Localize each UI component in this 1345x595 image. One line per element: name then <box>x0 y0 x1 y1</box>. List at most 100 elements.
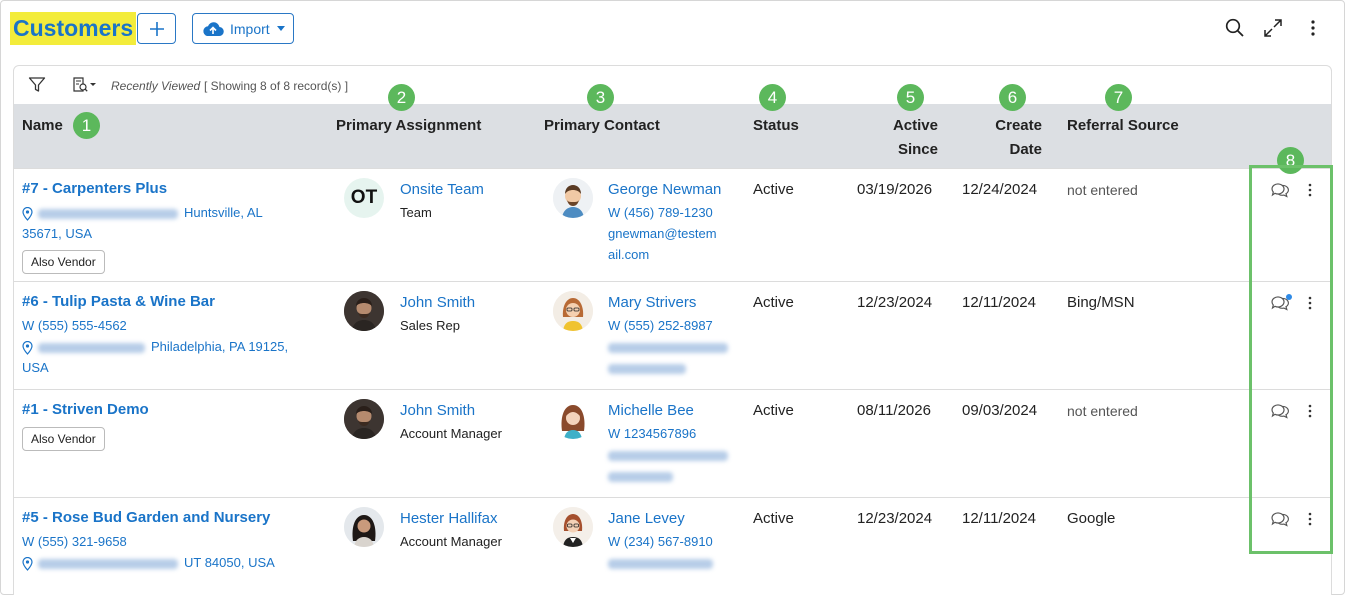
search-icon[interactable] <box>1223 16 1247 40</box>
col-primary-contact[interactable]: Primary Contact <box>544 114 660 138</box>
col-active-since-2[interactable]: Since <box>866 138 938 162</box>
contact-phone[interactable]: W (555) 252-8987 <box>608 316 713 336</box>
customer-name-link[interactable]: #5 - Rose Bud Garden and Nursery <box>22 509 270 526</box>
assignee-role: Account Manager <box>400 426 502 441</box>
cloud-upload-icon <box>203 21 224 36</box>
col-status[interactable]: Status <box>753 114 799 138</box>
active-since-value: 08/11/2026 <box>857 402 931 419</box>
grid-toolbar: Recently Viewed [ Showing 8 of 8 record(… <box>14 66 1331 104</box>
import-button[interactable]: Import <box>192 13 294 44</box>
col-create-date-1[interactable]: Create <box>972 114 1042 138</box>
customer-name-link[interactable]: #6 - Tulip Pasta & Wine Bar <box>22 293 215 310</box>
create-date-value: 12/11/2024 <box>962 294 1036 311</box>
col-create-date-2[interactable]: Date <box>972 138 1042 162</box>
contact-email-cont[interactable] <box>608 466 673 486</box>
map-pin-icon <box>22 556 33 571</box>
create-date-value: 09/03/2024 <box>962 402 1038 419</box>
add-customer-button[interactable] <box>137 13 176 44</box>
table-row[interactable]: #1 - Striven Demo Also Vendor John Smith… <box>14 389 1331 497</box>
avatar: OT <box>344 178 384 218</box>
assignee-role: Account Manager <box>400 534 502 549</box>
avatar <box>344 507 384 547</box>
contact-name-link[interactable]: George Newman <box>608 181 721 198</box>
contact-name-link[interactable]: Mary Strivers <box>608 294 696 311</box>
contact-email-cont[interactable] <box>608 358 686 378</box>
map-pin-icon <box>22 340 33 355</box>
active-since-value: 12/23/2024 <box>857 510 933 527</box>
customer-address-line2[interactable]: 35671, USA <box>22 224 92 244</box>
table-row[interactable]: #7 - Carpenters Plus Huntsville, AL 3567… <box>14 168 1331 281</box>
chevron-down-icon <box>276 26 285 31</box>
callout-badge: 1 <box>73 112 100 139</box>
more-vertical-icon[interactable] <box>1301 16 1325 40</box>
customer-name-link[interactable]: #1 - Striven Demo <box>22 401 149 418</box>
col-active-since-1[interactable]: Active <box>866 114 938 138</box>
referral-value: not entered <box>1067 403 1138 419</box>
page-title: Customers <box>10 12 137 45</box>
plus-icon <box>149 21 164 36</box>
contact-phone[interactable]: W (234) 567-8910 <box>608 532 713 552</box>
status-value: Active <box>753 510 794 527</box>
actions-highlight-box <box>1249 165 1333 554</box>
referral-value: Google <box>1067 510 1116 527</box>
callout-badge: 2 <box>388 84 415 111</box>
contact-email[interactable]: gnewman@testem <box>608 224 717 244</box>
customer-address[interactable]: Huntsville, AL <box>22 203 263 223</box>
active-since-value: 12/23/2024 <box>857 294 933 311</box>
import-label: Import <box>230 20 270 37</box>
contact-name-link[interactable]: Michelle Bee <box>608 402 694 419</box>
filter-icon[interactable] <box>28 74 46 96</box>
expand-icon[interactable] <box>1261 16 1285 40</box>
referral-value: Bing/MSN <box>1067 294 1135 311</box>
map-pin-icon <box>22 206 33 221</box>
col-name[interactable]: Name <box>22 114 63 138</box>
also-vendor-badge: Also Vendor <box>22 427 105 451</box>
assignee-role: Sales Rep <box>400 318 460 333</box>
col-referral-source[interactable]: Referral Source <box>1067 114 1179 138</box>
assignee-link[interactable]: Onsite Team <box>400 181 484 198</box>
contact-phone[interactable]: W 1234567896 <box>608 424 696 444</box>
avatar <box>553 178 593 218</box>
avatar <box>344 291 384 331</box>
assignee-link[interactable]: Hester Hallifax <box>400 510 498 527</box>
record-count: [ Showing 8 of 8 record(s) ] <box>204 79 349 93</box>
saved-view-icon[interactable] <box>72 74 98 96</box>
customer-address[interactable]: Philadelphia, PA 19125, <box>22 337 288 357</box>
callout-badge: 5 <box>897 84 924 111</box>
referral-value: not entered <box>1067 182 1138 198</box>
contact-email-cont[interactable]: ail.com <box>608 245 649 265</box>
recently-viewed-label[interactable]: Recently Viewed <box>111 79 200 93</box>
callout-badge: 7 <box>1105 84 1132 111</box>
contact-email[interactable] <box>608 337 728 357</box>
customer-name-link[interactable]: #7 - Carpenters Plus <box>22 180 167 197</box>
customer-address-line2[interactable]: USA <box>22 358 49 378</box>
customers-grid: Recently Viewed [ Showing 8 of 8 record(… <box>13 65 1332 595</box>
avatar <box>553 507 593 547</box>
callout-badge: 4 <box>759 84 786 111</box>
create-date-value: 12/24/2024 <box>962 181 1038 198</box>
callout-badge: 3 <box>587 84 614 111</box>
customer-phone[interactable]: W (555) 321-9658 <box>22 532 127 552</box>
assignee-role: Team <box>400 205 432 220</box>
avatar <box>553 291 593 331</box>
contact-email[interactable] <box>608 445 728 465</box>
avatar <box>553 399 593 439</box>
status-value: Active <box>753 294 794 311</box>
table-header: Name Primary Assignment Primary Contact … <box>14 104 1331 168</box>
contact-name-link[interactable]: Jane Levey <box>608 510 685 527</box>
customer-address[interactable]: UT 84050, USA <box>22 553 275 573</box>
col-primary-assignment[interactable]: Primary Assignment <box>336 114 481 138</box>
assignee-link[interactable]: John Smith <box>400 402 475 419</box>
avatar <box>344 399 384 439</box>
callout-badge: 6 <box>999 84 1026 111</box>
table-row[interactable]: #6 - Tulip Pasta & Wine Bar W (555) 555-… <box>14 281 1331 389</box>
also-vendor-badge: Also Vendor <box>22 250 105 274</box>
status-value: Active <box>753 402 794 419</box>
create-date-value: 12/11/2024 <box>962 510 1036 527</box>
customer-phone[interactable]: W (555) 555-4562 <box>22 316 127 336</box>
contact-phone[interactable]: W (456) 789-1230 <box>608 203 713 223</box>
table-row[interactable]: #5 - Rose Bud Garden and Nursery W (555)… <box>14 497 1331 595</box>
assignee-link[interactable]: John Smith <box>400 294 475 311</box>
contact-email[interactable] <box>608 553 713 573</box>
status-value: Active <box>753 181 794 198</box>
